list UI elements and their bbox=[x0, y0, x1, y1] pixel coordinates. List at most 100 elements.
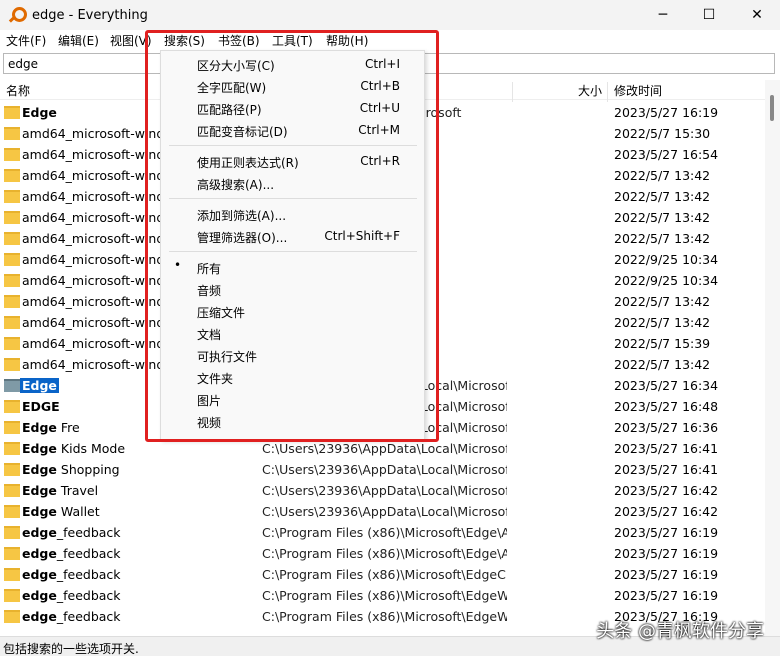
modified-date: 2023/5/27 16:19 bbox=[614, 546, 719, 561]
menu-item[interactable]: 区分大小写(C) Ctrl+I bbox=[161, 53, 424, 75]
file-name: amd64_microsoft-windo bbox=[22, 168, 172, 183]
folder-icon bbox=[4, 505, 20, 518]
file-name: Edge Wallet bbox=[22, 504, 100, 519]
name-rest: amd64_microsoft-windo bbox=[22, 168, 172, 183]
menu-item[interactable]: 匹配路径(P) Ctrl+U bbox=[161, 97, 424, 119]
name-rest: _feedback bbox=[56, 525, 121, 540]
name-rest: amd64_microsoft-windo bbox=[22, 252, 172, 267]
name-rest: amd64_microsoft-windo bbox=[22, 147, 172, 162]
checked-bullet-icon: • bbox=[174, 258, 182, 272]
menu-item[interactable]: 压缩文件 bbox=[161, 300, 424, 322]
menu-item-label: 高级搜索(A)... bbox=[197, 178, 275, 192]
menu-item-shortcut: Ctrl+U bbox=[359, 101, 400, 115]
table-row[interactable]: edge_feedback C:\Program Files (x86)\Micr… bbox=[0, 564, 765, 585]
modified-date: 2022/9/25 10:34 bbox=[614, 273, 719, 288]
menu-5[interactable]: 工具(T) bbox=[266, 32, 319, 49]
menu-item[interactable]: 图片 bbox=[161, 388, 424, 410]
file-name: amd64_microsoft-windo bbox=[22, 252, 172, 267]
menu-item[interactable]: 使用正则表达式(R) Ctrl+R bbox=[161, 150, 424, 172]
table-row[interactable]: edge_feedback C:\Program Files (x86)\Micr… bbox=[0, 543, 765, 564]
menu-item[interactable]: 匹配变音标记(D) Ctrl+M bbox=[161, 119, 424, 141]
table-row[interactable]: Edge Wallet C:\Users\23936\AppData\Local\… bbox=[0, 501, 765, 522]
menu-item[interactable]: • 所有 bbox=[161, 256, 424, 278]
menu-2[interactable]: 视图(V) bbox=[104, 32, 158, 49]
file-name: edge_feedback bbox=[22, 609, 121, 624]
name-match: Edge bbox=[22, 378, 57, 393]
column-divider[interactable] bbox=[512, 82, 513, 102]
menu-item-label: 管理筛选器(O)... bbox=[197, 231, 288, 245]
name-match: Edge bbox=[22, 483, 57, 498]
name-match: Edge bbox=[22, 462, 57, 477]
menu-1[interactable]: 编辑(E) bbox=[52, 32, 105, 49]
menu-6[interactable]: 帮助(H) bbox=[320, 32, 374, 49]
folder-icon bbox=[4, 148, 20, 161]
scrollbar-thumb[interactable] bbox=[770, 95, 774, 121]
menu-item-label: 图片 bbox=[197, 394, 222, 408]
table-row[interactable]: edge_feedback C:\Program Files (x86)\Micr… bbox=[0, 522, 765, 543]
modified-date: 2023/5/27 16:19 bbox=[614, 567, 719, 582]
column-name[interactable]: 名称 bbox=[6, 82, 30, 99]
file-name: Edge Kids Mode bbox=[22, 441, 125, 456]
modified-date: 2022/5/7 13:42 bbox=[614, 357, 711, 372]
name-match: edge bbox=[22, 588, 57, 603]
menu-item-label: 压缩文件 bbox=[197, 306, 246, 320]
file-path: C:\Users\23936\AppData\Local\Microsof... bbox=[262, 504, 507, 519]
menu-item[interactable]: 音频 bbox=[161, 278, 424, 300]
menu-item-label: 音频 bbox=[197, 284, 222, 298]
modified-date: 2022/5/7 13:42 bbox=[614, 210, 711, 225]
menu-item[interactable]: 添加到筛选(A)... bbox=[161, 203, 424, 225]
menu-item-shortcut: Ctrl+I bbox=[365, 57, 400, 71]
menu-0[interactable]: 文件(F) bbox=[0, 32, 52, 49]
folder-icon bbox=[4, 421, 20, 434]
folder-icon bbox=[4, 484, 20, 497]
menu-item[interactable]: 全字匹配(W) Ctrl+B bbox=[161, 75, 424, 97]
search-dropdown-menu: 区分大小写(C) Ctrl+I 全字匹配(W) Ctrl+B 匹配路径(P) Ctrl+U… bbox=[160, 50, 425, 440]
modified-date: 2022/5/7 13:42 bbox=[614, 294, 711, 309]
close-button[interactable]: ✕ bbox=[734, 0, 780, 30]
table-row[interactable]: Edge Kids Mode C:\Users\23936\AppData\Loc… bbox=[0, 438, 765, 459]
name-rest: Travel bbox=[56, 483, 99, 498]
name-match: edge bbox=[22, 567, 57, 582]
menu-item[interactable]: 可执行文件 bbox=[161, 344, 424, 366]
file-name: amd64_microsoft-windo bbox=[22, 294, 172, 309]
file-name: amd64_microsoft-windo bbox=[22, 357, 172, 372]
name-match: Edge bbox=[22, 420, 57, 435]
menu-item[interactable]: 文件夹 bbox=[161, 366, 424, 388]
name-rest: amd64_microsoft-windo bbox=[22, 336, 172, 351]
name-rest: amd64_microsoft-windo bbox=[22, 273, 172, 288]
menu-item[interactable]: 文档 bbox=[161, 322, 424, 344]
folder-icon bbox=[4, 400, 20, 413]
minimize-button[interactable]: ─ bbox=[640, 0, 686, 30]
folder-icon bbox=[4, 358, 20, 371]
column-size[interactable]: 大小 bbox=[578, 82, 602, 99]
folder-icon bbox=[4, 127, 20, 140]
menu-item-label: 视频 bbox=[197, 416, 222, 430]
menu-item[interactable]: 高级搜索(A)... bbox=[161, 172, 424, 194]
name-match: EDGE bbox=[22, 399, 60, 414]
menu-separator bbox=[169, 251, 417, 252]
table-row[interactable]: Edge Travel C:\Users\23936\AppData\Local\… bbox=[0, 480, 765, 501]
name-match: edge bbox=[22, 546, 57, 561]
folder-icon bbox=[4, 568, 20, 581]
file-name: Edge bbox=[22, 105, 57, 120]
menu-item[interactable]: 管理筛选器(O)... Ctrl+Shift+F bbox=[161, 225, 424, 247]
menu-item-label: 可执行文件 bbox=[197, 350, 258, 364]
name-rest: _feedback bbox=[56, 567, 121, 582]
menu-4[interactable]: 书签(B) bbox=[212, 32, 266, 49]
menu-item-shortcut: Ctrl+M bbox=[358, 123, 400, 137]
folder-icon bbox=[4, 589, 20, 602]
name-rest: _feedback bbox=[56, 609, 121, 624]
menu-separator bbox=[169, 198, 417, 199]
table-row[interactable]: edge_feedback C:\Program Files (x86)\Micr… bbox=[0, 585, 765, 606]
column-modified[interactable]: 修改时间 bbox=[614, 82, 662, 99]
vertical-scrollbar[interactable] bbox=[765, 80, 780, 636]
maximize-button[interactable]: ☐ bbox=[686, 0, 732, 30]
menu-item[interactable]: 视频 bbox=[161, 410, 424, 432]
name-rest: _feedback bbox=[56, 546, 121, 561]
table-row[interactable]: Edge Shopping C:\Users\23936\AppData\Loca… bbox=[0, 459, 765, 480]
column-divider[interactable] bbox=[607, 82, 608, 102]
menu-3[interactable]: 搜索(S) bbox=[158, 32, 211, 49]
modified-date: 2022/9/25 10:34 bbox=[614, 252, 719, 267]
menu-item-label: 匹配路径(P) bbox=[197, 103, 262, 117]
modified-date: 2023/5/27 16:19 bbox=[614, 105, 719, 120]
